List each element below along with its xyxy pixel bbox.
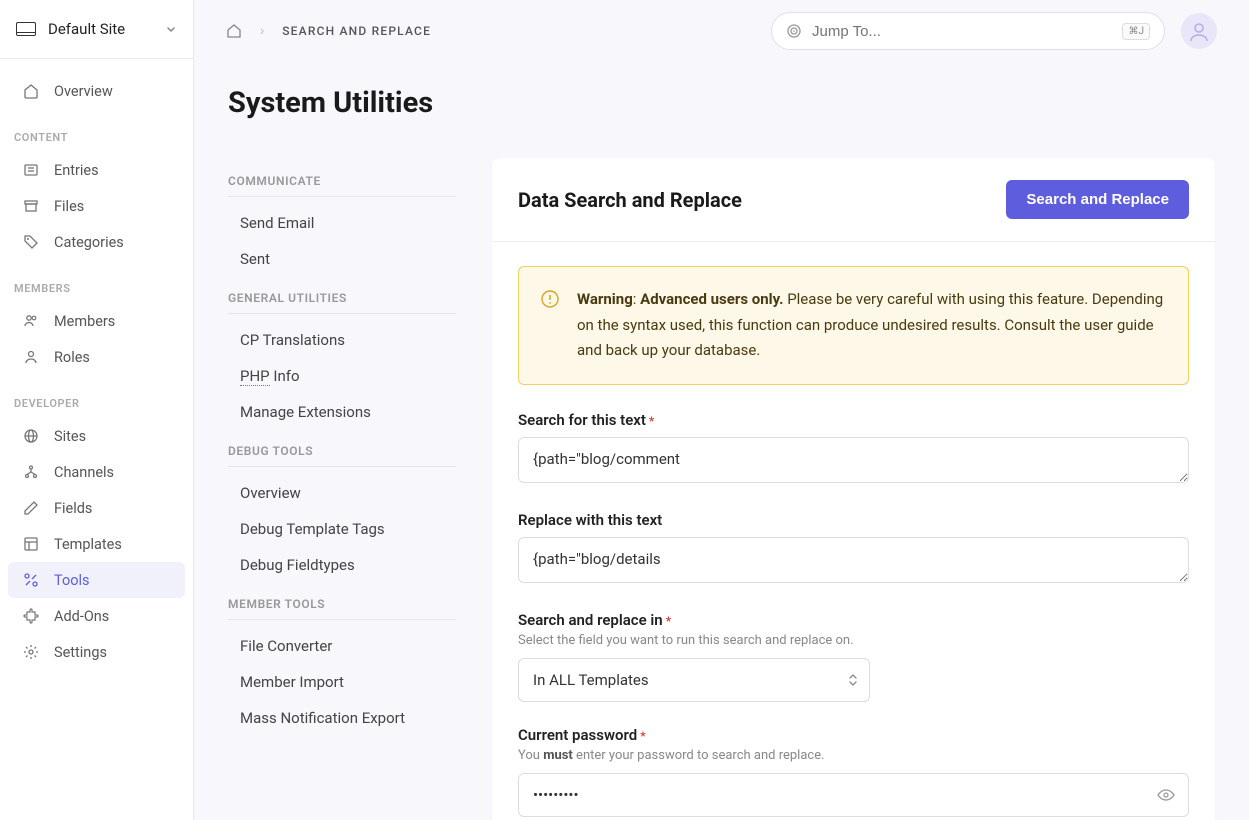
subnav-item-file-converter[interactable]: File Converter xyxy=(228,628,456,664)
site-selector-label: Default Site xyxy=(48,20,165,38)
breadcrumb-current: SEARCH AND REPLACE xyxy=(282,24,431,38)
jump-shortcut: ⌘J xyxy=(1122,23,1150,40)
search-replace-panel: Data Search and Replace Search and Repla… xyxy=(492,158,1215,820)
sidebar-item-channels[interactable]: Channels xyxy=(8,454,185,490)
subnav-heading: MEMBER TOOLS xyxy=(228,583,456,620)
sidebar-item-addons[interactable]: Add-Ons xyxy=(8,598,185,634)
subnav-item-sent[interactable]: Sent xyxy=(228,241,456,277)
jump-input[interactable] xyxy=(812,23,1112,40)
warning-message: Warning: Advanced users only. Please be … xyxy=(577,287,1166,364)
archive-icon xyxy=(22,197,40,215)
password-help: You must enter your password to search a… xyxy=(518,748,1189,763)
user-icon xyxy=(22,348,40,366)
main-area: › SEARCH AND REPLACE ⌘J System Utilities… xyxy=(194,0,1249,820)
sidebar-item-roles[interactable]: Roles xyxy=(8,339,185,375)
sidebar-label: Tools xyxy=(54,572,90,589)
chevron-right-icon: › xyxy=(260,23,264,39)
site-selector[interactable]: Default Site xyxy=(0,0,193,59)
puzzle-icon xyxy=(22,607,40,625)
warning-icon xyxy=(541,290,559,308)
subnav-item-cp-translations[interactable]: CP Translations xyxy=(228,322,456,358)
subnav-item-send-email[interactable]: Send Email xyxy=(228,205,456,241)
users-icon xyxy=(22,312,40,330)
subnav-heading: DEBUG TOOLS xyxy=(228,430,456,467)
sidebar-item-tools[interactable]: Tools xyxy=(8,562,185,598)
jump-to-search[interactable]: ⌘J xyxy=(771,12,1165,50)
replace-text-input[interactable] xyxy=(518,537,1189,583)
sidebar-heading-developer: DEVELOPER xyxy=(0,375,193,418)
sidebar-label: Files xyxy=(54,198,84,215)
warning-alert: Warning: Advanced users only. Please be … xyxy=(518,266,1189,385)
sitemap-icon xyxy=(22,463,40,481)
breadcrumb: › SEARCH AND REPLACE xyxy=(226,23,431,39)
sidebar-label: Sites xyxy=(54,428,86,445)
subnav-item-debug-overview[interactable]: Overview xyxy=(228,475,456,511)
sidebar-item-fields[interactable]: Fields xyxy=(8,490,185,526)
sidebar-heading-content: CONTENT xyxy=(0,109,193,152)
sidebar-heading-members: MEMBERS xyxy=(0,260,193,303)
search-in-help: Select the field you want to run this se… xyxy=(518,633,1189,648)
sidebar-item-categories[interactable]: Categories xyxy=(8,224,185,260)
layout-icon xyxy=(22,535,40,553)
sidebar-label: Categories xyxy=(54,234,124,251)
panel-title: Data Search and Replace xyxy=(518,188,742,212)
monitor-icon xyxy=(16,22,36,36)
target-icon xyxy=(786,23,802,39)
sidebar-item-files[interactable]: Files xyxy=(8,188,185,224)
subnav-item-php-info[interactable]: PHP Info xyxy=(228,358,456,394)
password-label: Current password* xyxy=(518,726,1189,744)
search-in-select[interactable]: In ALL Templates xyxy=(518,658,870,702)
page-title: System Utilities xyxy=(228,86,1215,120)
tools-icon xyxy=(22,571,40,589)
subnav-item-manage-extensions[interactable]: Manage Extensions xyxy=(228,394,456,430)
subnav-heading: GENERAL UTILITIES xyxy=(228,277,456,314)
globe-icon xyxy=(22,427,40,445)
sidebar-label: Add-Ons xyxy=(54,608,109,625)
gear-icon xyxy=(22,643,40,661)
pencil-icon xyxy=(22,499,40,517)
topbar: › SEARCH AND REPLACE ⌘J xyxy=(194,0,1249,62)
subnav-item-mass-notification-export[interactable]: Mass Notification Export xyxy=(228,700,456,736)
sidebar-label: Settings xyxy=(54,644,107,661)
subnav-item-debug-fieldtypes[interactable]: Debug Fieldtypes xyxy=(228,547,456,583)
eye-icon[interactable] xyxy=(1157,786,1175,804)
search-text-label: Search for this text* xyxy=(518,411,1189,429)
user-avatar[interactable] xyxy=(1181,13,1217,49)
sidebar-item-overview[interactable]: Overview xyxy=(8,73,185,109)
sidebar-item-entries[interactable]: Entries xyxy=(8,152,185,188)
home-icon xyxy=(22,82,40,100)
subnav-item-member-import[interactable]: Member Import xyxy=(228,664,456,700)
chevron-down-icon xyxy=(165,23,177,35)
sidebar-item-sites[interactable]: Sites xyxy=(8,418,185,454)
sidebar-label: Channels xyxy=(54,464,114,481)
sidebar-item-members[interactable]: Members xyxy=(8,303,185,339)
tag-icon xyxy=(22,233,40,251)
search-text-input[interactable] xyxy=(518,437,1189,483)
sidebar-item-settings[interactable]: Settings xyxy=(8,634,185,670)
search-in-label: Search and replace in* xyxy=(518,611,1189,629)
sidebar-label: Entries xyxy=(54,162,99,179)
replace-text-label: Replace with this text xyxy=(518,511,1189,529)
subnav-item-debug-template-tags[interactable]: Debug Template Tags xyxy=(228,511,456,547)
utilities-subnav: COMMUNICATE Send Email Sent GENERAL UTIL… xyxy=(228,130,456,736)
home-icon[interactable] xyxy=(226,24,242,38)
password-input[interactable] xyxy=(518,773,1189,817)
sidebar-label: Roles xyxy=(54,349,90,366)
sidebar-label: Members xyxy=(54,313,115,330)
newspaper-icon xyxy=(22,161,40,179)
avatar-icon xyxy=(1187,19,1211,43)
main-sidebar: Default Site Overview CONTENT Entries Fi… xyxy=(0,0,194,820)
subnav-heading: COMMUNICATE xyxy=(228,160,456,197)
sidebar-label: Fields xyxy=(54,500,92,517)
sidebar-label: Templates xyxy=(54,536,122,553)
sidebar-label: Overview xyxy=(54,83,113,100)
sidebar-item-templates[interactable]: Templates xyxy=(8,526,185,562)
search-and-replace-button[interactable]: Search and Replace xyxy=(1006,180,1189,219)
